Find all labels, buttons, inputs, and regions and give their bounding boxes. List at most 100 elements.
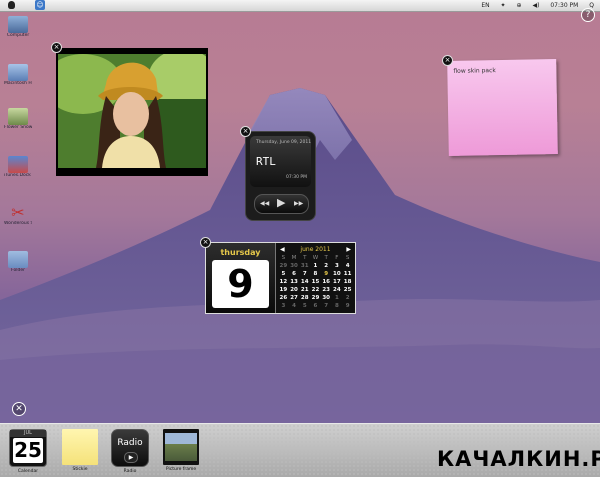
calendar-date[interactable]: 31: [299, 262, 310, 270]
weekday-label: T: [303, 255, 307, 261]
calendar-date[interactable]: 21: [299, 286, 310, 294]
desktop-icon-folder[interactable]: Folder: [4, 251, 32, 274]
close-icon[interactable]: ×: [442, 55, 453, 66]
calendar-date[interactable]: 5: [299, 302, 310, 310]
widget-bar-item-picture-frame[interactable]: Picture frame: [161, 429, 201, 472]
calendar-day-number: 9: [212, 260, 269, 308]
picture-frame-icon: [163, 429, 199, 465]
calendar-widget[interactable]: thursday 9 ◀ june 2011 ▶ S M T W T F S 2…: [205, 242, 356, 314]
calendar-date[interactable]: 24: [332, 286, 343, 294]
calendar-date[interactable]: 19: [278, 286, 289, 294]
radio-station: RTL: [256, 155, 276, 168]
calendar-date[interactable]: 29: [278, 262, 289, 270]
calendar-date[interactable]: 6: [289, 270, 300, 278]
calendar-date[interactable]: 30: [289, 262, 300, 270]
previous-icon[interactable]: ◀◀: [260, 197, 269, 211]
calendar-date[interactable]: 17: [332, 278, 343, 286]
play-icon[interactable]: ▶: [277, 196, 285, 210]
close-icon[interactable]: ×: [51, 42, 62, 53]
calendar-day-panel[interactable]: thursday 9: [206, 243, 276, 313]
finder-icon[interactable]: ☺: [35, 0, 45, 10]
calendar-icon: JUL 25: [9, 429, 47, 467]
calendar-date[interactable]: 2: [342, 294, 353, 302]
clock[interactable]: 07:30 PM: [550, 2, 578, 9]
calendar-date[interactable]: 9: [342, 302, 353, 310]
calendar-date[interactable]: 22: [310, 286, 321, 294]
volume-icon[interactable]: ◀): [532, 2, 539, 9]
month-header: ◀ june 2011 ▶: [278, 245, 353, 254]
calendar-date[interactable]: 1: [310, 262, 321, 270]
calendar-date[interactable]: 14: [299, 278, 310, 286]
folder-icon: [8, 251, 28, 268]
calendar-date[interactable]: 10: [332, 270, 343, 278]
photo: [58, 54, 206, 168]
week-row: 12 13 14 15 16 17 18: [278, 278, 353, 286]
desktop-icon-flower-snow[interactable]: Flower Snow: [4, 108, 32, 131]
calendar-date[interactable]: 30: [321, 294, 332, 302]
sticky-note-text[interactable]: flow skin pack: [453, 67, 496, 75]
weekday-header-row: S M T W T F S: [278, 254, 353, 262]
calendar-date[interactable]: 4: [289, 302, 300, 310]
desktop-icon-computer[interactable]: Computer: [4, 16, 32, 39]
calendar-date[interactable]: 26: [278, 294, 289, 302]
next-month-icon[interactable]: ▶: [346, 245, 351, 254]
watermark: КАЧАЛКИН.РУ: [437, 447, 600, 471]
close-icon[interactable]: ×: [240, 126, 251, 137]
calendar-date[interactable]: 25: [342, 286, 353, 294]
calendar-date[interactable]: 8: [310, 270, 321, 278]
desktop[interactable]: ☺ EN ✦ ⊕ ◀) 07:30 PM Q ? Computer Macint…: [0, 0, 600, 477]
radio-time: 07:30 PM: [286, 175, 307, 180]
close-icon[interactable]: ×: [200, 237, 211, 248]
calendar-date[interactable]: 1: [332, 294, 343, 302]
desktop-icon-hard-drive[interactable]: Macintosh HD: [4, 64, 32, 87]
apple-menu-icon[interactable]: [8, 1, 15, 9]
sticky-note-widget[interactable]: flow skin pack: [447, 59, 558, 156]
calendar-date[interactable]: 16: [321, 278, 332, 286]
calendar-icon-day: 25: [13, 438, 43, 463]
calendar-date[interactable]: 3: [332, 262, 343, 270]
language-indicator[interactable]: EN: [481, 2, 489, 9]
month-grid: S M T W T F S 29 30 31 1 2 3 4 5 6 7 8 9…: [278, 254, 353, 310]
widget-bar-item-calendar[interactable]: JUL 25 Calendar: [8, 429, 48, 474]
calendar-date[interactable]: 13: [289, 278, 300, 286]
calendar-date[interactable]: 20: [289, 286, 300, 294]
close-dashboard-icon[interactable]: ✕: [12, 402, 26, 416]
calendar-date[interactable]: 2: [321, 262, 332, 270]
calendar-date[interactable]: 5: [278, 270, 289, 278]
calendar-date[interactable]: 11: [342, 270, 353, 278]
calendar-date[interactable]: 18: [342, 278, 353, 286]
calendar-date-today[interactable]: 9: [321, 270, 332, 278]
landscape-thumbnail: [165, 433, 197, 461]
calendar-date[interactable]: 8: [332, 302, 343, 310]
desktop-icon-shell[interactable]: ✂ Wonderous Shell: [4, 204, 32, 227]
calendar-date[interactable]: 12: [278, 278, 289, 286]
picture-frame-widget[interactable]: [56, 48, 208, 176]
network-icon[interactable]: ⊕: [517, 2, 522, 9]
calendar-date[interactable]: 27: [289, 294, 300, 302]
calendar-date[interactable]: 29: [310, 294, 321, 302]
desktop-icon-itunes[interactable]: iTunes.Dock Shortcut: [4, 156, 32, 179]
bluetooth-icon[interactable]: ✦: [501, 2, 506, 9]
widget-bar-item-stickie[interactable]: Stickie: [60, 429, 100, 472]
widget-bar-item-radio[interactable]: Radio ▶ Radio: [110, 429, 150, 474]
image-file-icon: [8, 108, 28, 125]
calendar-date[interactable]: 4: [342, 262, 353, 270]
prev-month-icon[interactable]: ◀: [280, 245, 285, 254]
calendar-date[interactable]: 28: [299, 294, 310, 302]
calendar-icon-month: JUL: [10, 430, 46, 437]
next-icon[interactable]: ▶▶: [294, 197, 303, 211]
calendar-date[interactable]: 7: [321, 302, 332, 310]
weekday-label: W: [312, 255, 319, 261]
calendar-date[interactable]: 3: [278, 302, 289, 310]
desktop-icon-label: Folder: [11, 268, 25, 273]
computer-icon: [8, 16, 28, 33]
radio-controls: ◀◀ ▶ ▶▶: [254, 194, 309, 214]
desktop-icon-label: Computer: [6, 33, 30, 38]
help-icon[interactable]: ?: [581, 8, 595, 22]
week-row: 26 27 28 29 30 1 2: [278, 294, 353, 302]
calendar-date[interactable]: 15: [310, 278, 321, 286]
calendar-date[interactable]: 6: [310, 302, 321, 310]
radio-widget[interactable]: Thursday, June 09, 2011 RTL 07:30 PM ◀◀ …: [245, 131, 316, 221]
calendar-date[interactable]: 23: [321, 286, 332, 294]
calendar-date[interactable]: 7: [299, 270, 310, 278]
